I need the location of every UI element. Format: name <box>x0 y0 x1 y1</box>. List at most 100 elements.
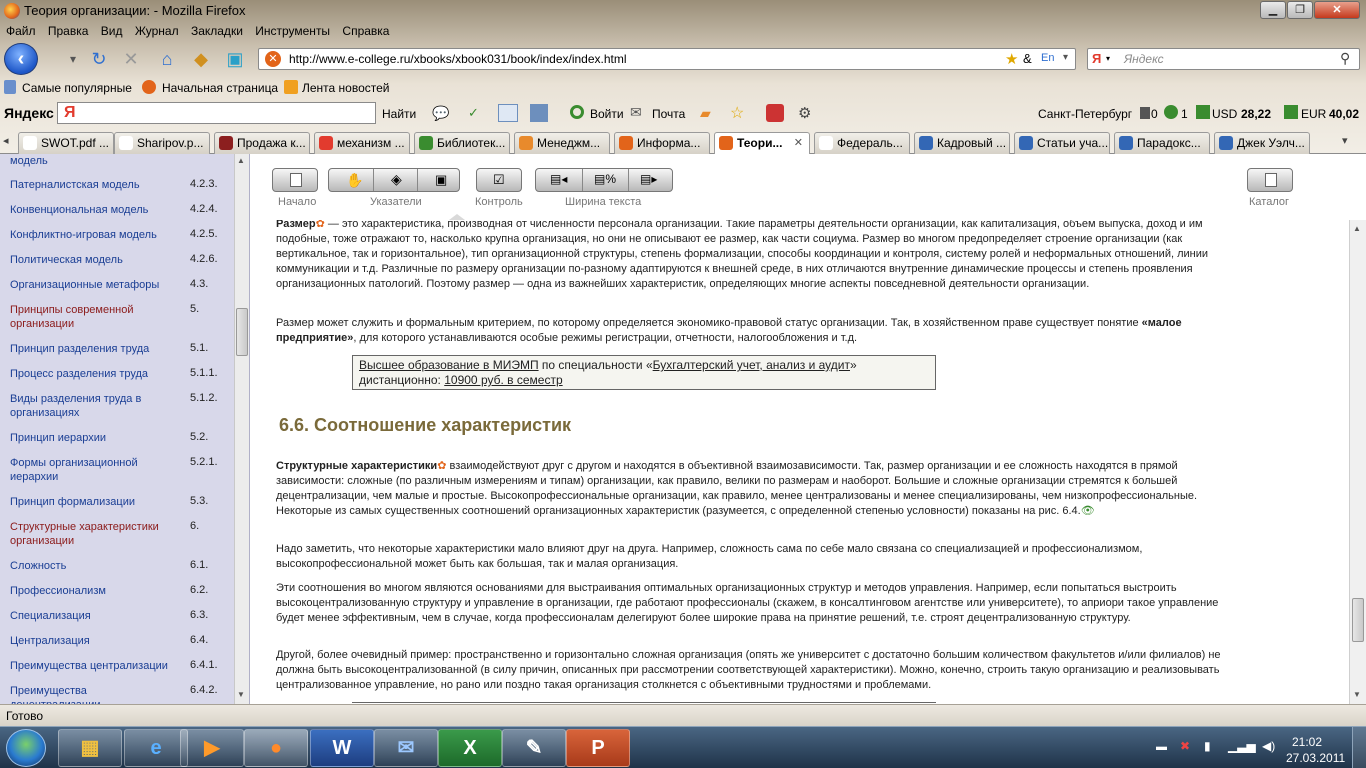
toc-item[interactable]: Виды разделения труда в организациях <box>10 392 180 420</box>
powerpoint-taskbar-icon[interactable]: P <box>566 729 630 767</box>
scroll-up-icon[interactable]: ▲ <box>1353 224 1361 233</box>
tab-9[interactable]: Федераль... <box>814 132 910 154</box>
toc-item[interactable]: Конфликтно-игровая модель <box>10 228 180 242</box>
toc-item[interactable]: Формы организационной иерархии <box>10 456 180 484</box>
clock-time[interactable]: 21:02 <box>1292 735 1322 749</box>
excel-taskbar-icon[interactable]: X <box>438 729 502 767</box>
toc-item[interactable]: Профессионализм <box>10 584 180 598</box>
menu-history[interactable]: Журнал <box>135 22 179 41</box>
addon-icon[interactable]: ◆ <box>188 46 214 72</box>
city-label[interactable]: Санкт-Петербург <box>1038 107 1132 121</box>
tab-1[interactable]: SWOT.pdf ... <box>18 132 114 154</box>
tab-8[interactable]: Теори... ✕ <box>714 132 810 155</box>
restore-button[interactable]: ❐ <box>1287 1 1313 19</box>
glossary-icon[interactable]: ✿ <box>316 220 325 230</box>
close-tab-icon[interactable]: ✕ <box>794 136 803 149</box>
tab-12[interactable]: Парадокс... <box>1114 132 1210 154</box>
word-taskbar-icon[interactable]: W <box>310 729 374 767</box>
ad-link-price[interactable]: 10900 руб. в семестр <box>444 373 562 387</box>
control-button[interactable]: ☑ <box>476 168 522 192</box>
volume-icon[interactable]: ◀) <box>1262 739 1275 753</box>
toc-item[interactable]: Принципы современной организации <box>10 303 180 331</box>
toc-item[interactable]: Патерналистская модель <box>10 178 180 192</box>
ad-link-specialty[interactable]: Бухгалтерский учет, анализ и аудит <box>653 358 850 372</box>
glossary-icon[interactable]: ✿ <box>437 460 446 472</box>
content-scrollbar[interactable]: ▲ ▼ <box>1349 220 1366 704</box>
toc-item[interactable]: Конвенциональная модель <box>10 203 180 217</box>
stop-icon[interactable]: ✕ <box>118 46 144 72</box>
tab-13[interactable]: Джек Уэлч... <box>1214 132 1310 154</box>
widget-icon[interactable] <box>766 104 784 122</box>
scroll-tabs-left-icon[interactable]: ◂ <box>3 134 9 147</box>
url-dropdown-icon[interactable]: ▾ <box>1063 52 1068 63</box>
show-desktop-button[interactable] <box>1352 727 1366 768</box>
menu-edit[interactable]: Правка <box>48 22 89 41</box>
share-icon[interactable]: & <box>1023 51 1032 66</box>
sidebar-scrollbar[interactable]: ▲ ▼ <box>234 154 249 704</box>
device-icon[interactable]: ▮ <box>1204 739 1211 753</box>
calculator-icon[interactable] <box>530 104 548 122</box>
translate-tool-icon[interactable] <box>498 104 518 122</box>
settings-gear-icon[interactable]: ⚙ <box>798 104 811 122</box>
narrow-width-icon[interactable]: ▤◂ <box>550 172 567 186</box>
yandex-mail-button[interactable]: Почта <box>652 107 685 121</box>
tab-7[interactable]: Информа... <box>614 132 710 154</box>
start-button[interactable] <box>272 168 318 192</box>
signal-icon[interactable]: ▁▃▅ <box>1228 739 1256 753</box>
tab-5[interactable]: Библиотек... <box>414 132 510 154</box>
toc-item[interactable]: Политическая модель <box>10 253 180 267</box>
tab-10[interactable]: Кадровый ... <box>914 132 1010 154</box>
percent-width-icon[interactable]: ▤% <box>594 172 616 186</box>
menu-bookmarks[interactable]: Закладки <box>191 22 243 41</box>
target-icon[interactable]: ◈ <box>391 171 402 188</box>
media-player-taskbar-icon[interactable]: ▶ <box>180 729 244 767</box>
toc-item[interactable]: Процесс разделения труда <box>10 367 180 381</box>
yandex-login-button[interactable]: Войти <box>590 107 624 121</box>
home-icon[interactable]: ⌂ <box>154 46 180 72</box>
term-size[interactable]: Размер <box>276 220 316 230</box>
figure-eye-icon[interactable]: 👁 <box>1081 505 1095 517</box>
tab-2[interactable]: Sharipov.p... <box>114 132 210 154</box>
thunderbird-taskbar-icon[interactable]: ✉ <box>374 729 438 767</box>
explorer-taskbar-icon[interactable]: ▦ <box>58 729 122 767</box>
bookmark-start-page[interactable]: Начальная страница <box>162 81 278 95</box>
ie-taskbar-icon[interactable]: e <box>124 729 188 767</box>
toc-item[interactable]: Принцип иерархии <box>10 431 180 445</box>
ad-link-miemp[interactable]: Высшее образование в МИЭМП <box>359 358 539 372</box>
pen-taskbar-icon[interactable]: ✎ <box>502 729 566 767</box>
toc-item[interactable]: Принцип разделения труда <box>10 342 180 356</box>
firefox-taskbar-icon[interactable]: ● <box>244 729 308 767</box>
toc-item[interactable]: Централизация <box>10 634 180 648</box>
bookmark-news-feed[interactable]: Лента новостей <box>302 81 390 95</box>
minimize-button[interactable]: ▁ <box>1260 1 1286 19</box>
tab-3[interactable]: Продажа к... <box>214 132 310 154</box>
language-flag-icon[interactable]: ▬ <box>1156 741 1167 753</box>
toc-item[interactable]: Принцип формализации <box>10 495 180 509</box>
history-dropdown-icon[interactable]: ▾ <box>60 46 86 72</box>
chat-icon[interactable]: 💬 <box>432 105 449 122</box>
all-tabs-icon[interactable]: ▾ <box>1342 134 1348 147</box>
pointers-button-group[interactable]: ✋ ◈ ▣ <box>328 168 460 192</box>
hand-icon[interactable]: ✋ <box>346 172 363 189</box>
text-width-button-group[interactable]: ▤◂ ▤% ▤▸ <box>535 168 673 192</box>
translate-icon[interactable]: En <box>1041 52 1054 64</box>
back-button[interactable]: ‹ <box>4 43 38 75</box>
term-structural[interactable]: Структурные характеристики <box>276 460 437 472</box>
scroll-down-icon[interactable]: ▼ <box>1353 690 1361 699</box>
search-box[interactable]: Я ▾ Яндекс ⚲ <box>1087 48 1360 70</box>
toc-item[interactable]: Преимущества централизации <box>10 659 180 673</box>
catalog-button[interactable] <box>1247 168 1293 192</box>
spellcheck-icon[interactable]: ✓ <box>468 105 479 121</box>
toc-item[interactable]: Сложность <box>10 559 180 573</box>
toc-item[interactable]: Организационные метафоры <box>10 278 180 292</box>
bookmark-most-visited[interactable]: Самые популярные <box>22 81 132 95</box>
toc-item[interactable]: Структурные характеристики организации <box>10 520 180 548</box>
tab-6[interactable]: Менеджм... <box>514 132 610 154</box>
toc-item[interactable]: Преимущества децентрализации <box>10 684 180 704</box>
scroll-up-icon[interactable]: ▲ <box>237 156 247 166</box>
menu-help[interactable]: Справка <box>342 22 389 41</box>
menu-file[interactable]: Файл <box>6 22 36 41</box>
wide-width-icon[interactable]: ▤▸ <box>640 172 657 186</box>
tab-11[interactable]: Статьи уча... <box>1014 132 1110 154</box>
content-scroll-thumb[interactable] <box>1352 598 1364 642</box>
